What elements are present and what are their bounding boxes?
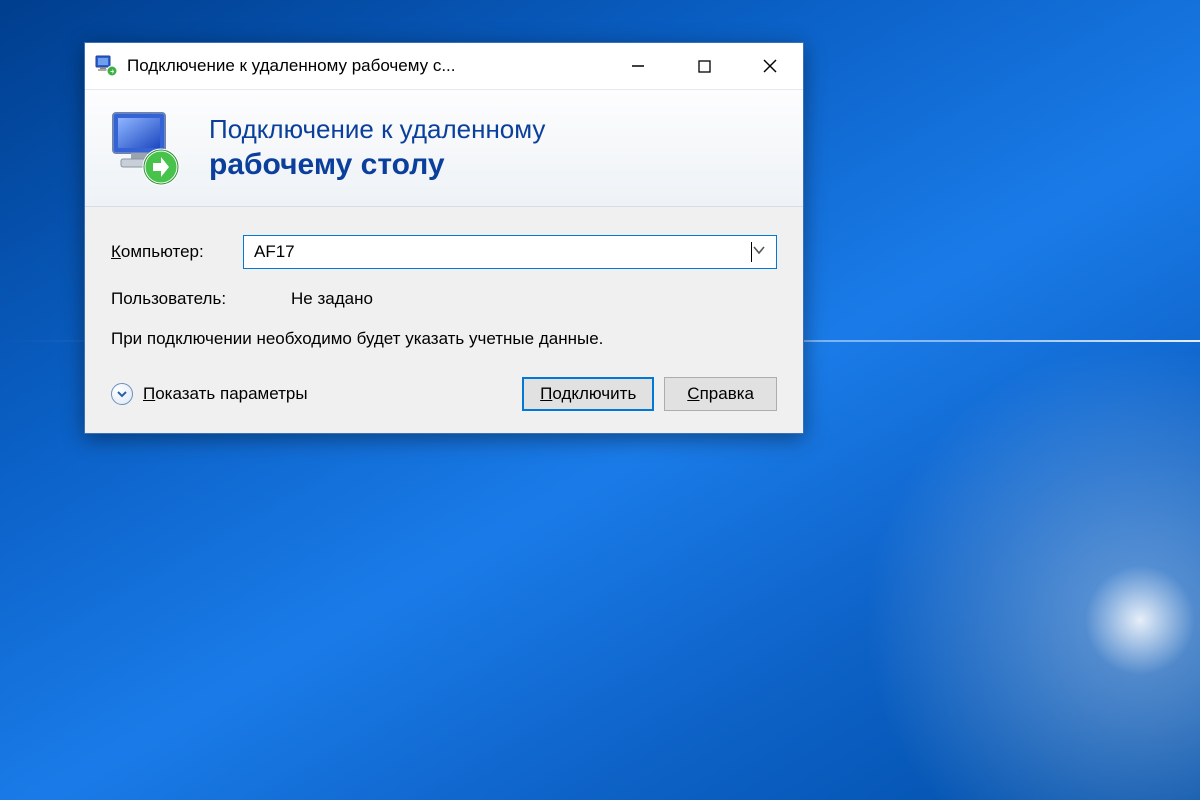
computer-row: Компьютер: AF17: [111, 235, 777, 269]
connect-button[interactable]: Подключить: [522, 377, 654, 411]
computer-label: Компьютер:: [111, 242, 243, 262]
minimize-icon: [631, 59, 645, 73]
titlebar[interactable]: Подключение к удаленному рабочему с...: [85, 43, 803, 89]
expand-down-icon: [111, 383, 133, 405]
computer-combobox[interactable]: AF17: [243, 235, 777, 269]
rdp-banner-icon: [107, 109, 185, 187]
rdp-app-icon: [95, 55, 117, 77]
footer: Показать параметры Подключить Справка: [111, 377, 777, 411]
banner-line1: Подключение к удаленному: [209, 113, 545, 146]
maximize-button[interactable]: [671, 43, 737, 89]
user-label: Пользователь:: [111, 289, 291, 309]
user-row: Пользователь: Не задано: [111, 289, 777, 309]
form-area: Компьютер: AF17 Пользователь: Не задано …: [85, 207, 803, 433]
window-title: Подключение к удаленному рабочему с...: [127, 56, 605, 76]
maximize-icon: [698, 60, 711, 73]
window-controls: [605, 43, 803, 89]
computer-value: AF17: [254, 242, 748, 262]
close-icon: [763, 59, 777, 73]
user-value: Не задано: [291, 289, 373, 309]
banner: Подключение к удаленному рабочему столу: [85, 89, 803, 207]
close-button[interactable]: [737, 43, 803, 89]
show-options-label: Показать параметры: [143, 384, 308, 404]
banner-line2: рабочему столу: [209, 146, 545, 184]
rdp-window: Подключение к удаленному рабочему с...: [84, 42, 804, 434]
show-options-toggle[interactable]: Показать параметры: [111, 383, 308, 405]
credentials-hint: При подключении необходимо будет указать…: [111, 327, 777, 351]
banner-text: Подключение к удаленному рабочему столу: [209, 113, 545, 183]
help-button[interactable]: Справка: [664, 377, 777, 411]
minimize-button[interactable]: [605, 43, 671, 89]
chevron-down-icon[interactable]: [752, 242, 766, 262]
